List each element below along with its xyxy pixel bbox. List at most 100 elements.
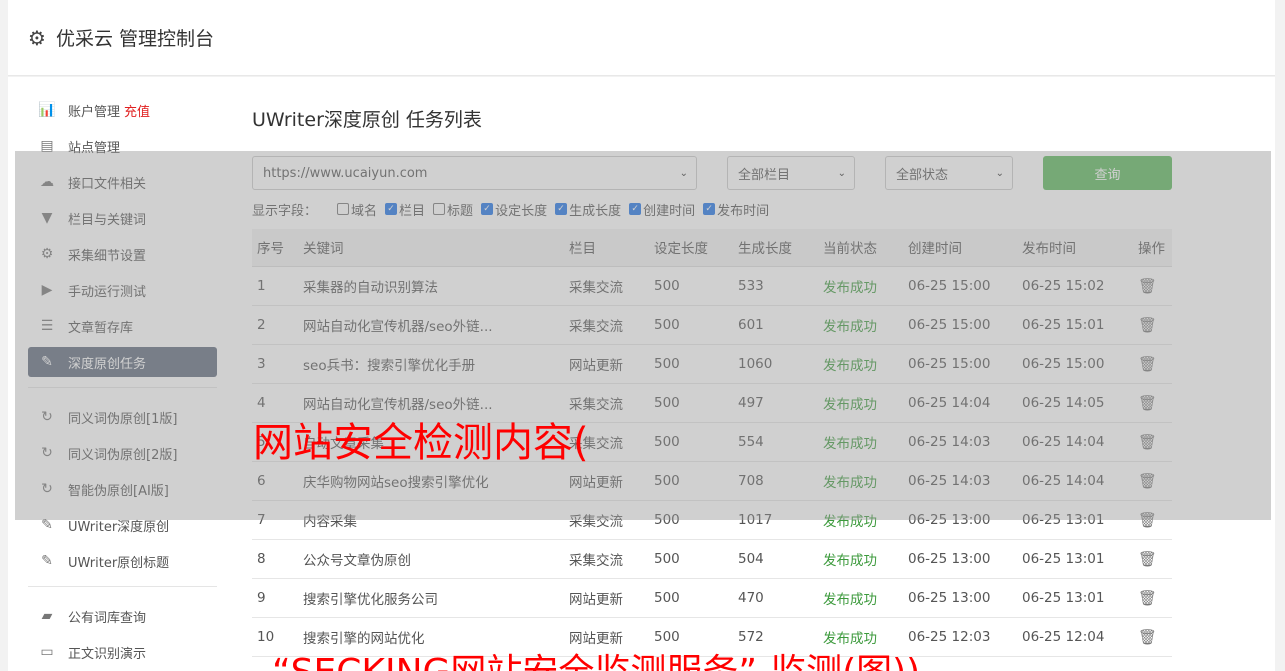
field-checkbox[interactable]: 域名: [337, 200, 377, 219]
status-select[interactable]: 全部状态 ⌄: [885, 156, 1013, 190]
checkbox-empty-icon: [337, 203, 350, 215]
sidebar-item-label: 正文识别演示: [68, 646, 147, 662]
table-cell: 500: [649, 500, 733, 540]
table-cell: 06-25 14:04: [903, 383, 1017, 423]
server-icon: ▤: [40, 138, 54, 154]
cogs-icon: ⚙: [40, 246, 54, 262]
table-cell: 发布成功: [818, 305, 903, 345]
column-header: 设定长度: [649, 229, 733, 267]
table-cell: 06-25 13:01: [1017, 500, 1133, 540]
trash-icon[interactable]: 🗑: [1138, 511, 1157, 529]
column-header: 序号: [252, 229, 298, 267]
filter-icon: ▼: [41, 210, 53, 226]
table-cell: 06-25 15:00: [903, 305, 1017, 345]
table-cell: 内容采集: [298, 500, 564, 540]
table-cell: 网站自动化宣传机器/seo外链...: [298, 305, 564, 345]
table-cell: 2: [252, 305, 298, 345]
main-panel: 📊 账户管理 充值 ▤ 站点管理 ☁ 接口文件相关 ▼ 栏目与关键词 ⚙ 采集细节设置 ▶ 手动运行测试…: [8, 77, 1275, 671]
table-cell: 06-25 14:04: [1017, 422, 1133, 462]
sidebar-item-label: 同义词伪原创[1版]: [68, 411, 178, 427]
trash-icon[interactable]: 🗑: [1138, 277, 1157, 295]
table-cell: 8: [252, 539, 298, 579]
sidebar-item[interactable]: ✎ 深度原创任务: [28, 347, 217, 377]
app-title: 优采云 管理控制台: [55, 28, 214, 50]
table-cell-actions: 🗑: [1133, 266, 1172, 306]
table-cell-actions: 🗑: [1133, 383, 1172, 423]
refresh-icon: ↻: [41, 409, 53, 425]
sidebar-item[interactable]: ✎ UWriter深度原创: [28, 510, 217, 540]
table-cell: 06-25 15:00: [1017, 344, 1133, 384]
desktop-icon: ▭: [40, 644, 54, 660]
sidebar-item-label: 站点管理: [68, 140, 121, 156]
sidebar-item[interactable]: 📊 账户管理 充值: [28, 95, 217, 125]
table-cell: 搜索引擎优化服务公司: [298, 578, 564, 618]
table-cell: 504: [733, 539, 818, 579]
sidebar-item-label: 账户管理: [68, 104, 121, 120]
checkbox-checked-icon: ✓: [703, 203, 716, 215]
sidebar-item[interactable]: ▰ 公有词库查询: [28, 601, 217, 631]
trash-icon[interactable]: 🗑: [1138, 472, 1157, 490]
table-cell: 500: [649, 383, 733, 423]
field-checkbox[interactable]: ✓ 栏目: [385, 200, 425, 219]
sidebar-item[interactable]: ⚙ 采集细节设置: [28, 239, 217, 269]
table-cell-actions: 🗑: [1133, 578, 1172, 618]
table-cell: 网站更新: [564, 578, 649, 618]
edit-icon: ✎: [41, 354, 53, 370]
trash-icon[interactable]: 🗑: [1138, 355, 1157, 373]
sidebar-item[interactable]: ▼ 栏目与关键词: [28, 203, 217, 233]
watermark-text-bottom: “SECKING网站安全监测服务”-监测(图)): [272, 643, 920, 671]
table-cell: 601: [733, 305, 818, 345]
gear-icon[interactable]: ⚙: [28, 26, 46, 50]
table-cell-actions: 🗑: [1133, 617, 1172, 657]
trash-icon[interactable]: 🗑: [1138, 589, 1157, 607]
table-cell: 7: [252, 500, 298, 540]
domain-select[interactable]: https://www.ucaiyun.com ⌄: [252, 156, 697, 190]
sidebar-item[interactable]: ✎ UWriter原创标题: [28, 546, 217, 576]
field-checkbox[interactable]: ✓ 生成长度: [555, 200, 621, 219]
sidebar-item[interactable]: ↻ 智能伪原创[AI版]: [28, 474, 217, 504]
column-header: 创建时间: [903, 229, 1017, 267]
sidebar-item[interactable]: ☰ 文章暂存库: [28, 311, 217, 341]
sidebar-item[interactable]: ▤ 站点管理: [28, 131, 217, 161]
trash-icon[interactable]: 🗑: [1138, 550, 1157, 568]
trash-icon[interactable]: 🗑: [1138, 394, 1157, 412]
field-checkbox[interactable]: ✓ 设定长度: [481, 200, 547, 219]
table-cell: 发布成功: [818, 422, 903, 462]
sidebar-item[interactable]: ▭ 正文识别演示: [28, 637, 217, 667]
table-cell: 1017: [733, 500, 818, 540]
edit-icon: ✎: [41, 517, 53, 533]
sidebar-item-label: 智能伪原创[AI版]: [68, 483, 169, 499]
sidebar-item[interactable]: ☁ 接口文件相关: [28, 167, 217, 197]
table-cell: 1060: [733, 344, 818, 384]
chevron-down-icon: ⌄: [679, 167, 688, 179]
table-cell: 06-25 13:01: [1017, 578, 1133, 618]
trash-icon[interactable]: 🗑: [1138, 316, 1157, 334]
table-cell: 9: [252, 578, 298, 618]
trash-icon[interactable]: 🗑: [1138, 433, 1157, 451]
table-cell: 533: [733, 266, 818, 306]
sidebar-item-label: 同义词伪原创[2版]: [68, 447, 178, 463]
table-cell: 发布成功: [818, 500, 903, 540]
field-checkbox[interactable]: ✓ 发布时间: [703, 200, 769, 219]
play-icon: ▶: [41, 282, 53, 298]
sidebar-item[interactable]: ↻ 同义词伪原创[1版]: [28, 402, 217, 432]
page-title: UWriter深度原创 任务列表: [252, 109, 482, 131]
table-cell: 发布成功: [818, 539, 903, 579]
column-header: 关键词: [298, 229, 564, 267]
query-button[interactable]: 查询: [1043, 156, 1172, 190]
column-select[interactable]: 全部栏目 ⌄: [727, 156, 855, 190]
trash-icon[interactable]: 🗑: [1138, 628, 1157, 646]
sidebar-item-label: 文章暂存库: [68, 320, 134, 336]
recharge-link[interactable]: 充值: [124, 101, 150, 120]
sidebar-item[interactable]: ↻ 同义词伪原创[2版]: [28, 438, 217, 468]
chevron-down-icon: ⌄: [995, 167, 1004, 179]
sidebar-item[interactable]: ▶ 手动运行测试: [28, 275, 217, 305]
table-cell-actions: 🗑: [1133, 422, 1172, 462]
database-icon: ☰: [40, 318, 54, 334]
field-checkbox[interactable]: 标题: [433, 200, 473, 219]
field-checkbox[interactable]: ✓ 创建时间: [629, 200, 695, 219]
table-cell: 708: [733, 461, 818, 501]
table-cell-actions: 🗑: [1133, 305, 1172, 345]
sidebar-item-label: 深度原创任务: [68, 356, 147, 372]
table-cell: 500: [649, 344, 733, 384]
